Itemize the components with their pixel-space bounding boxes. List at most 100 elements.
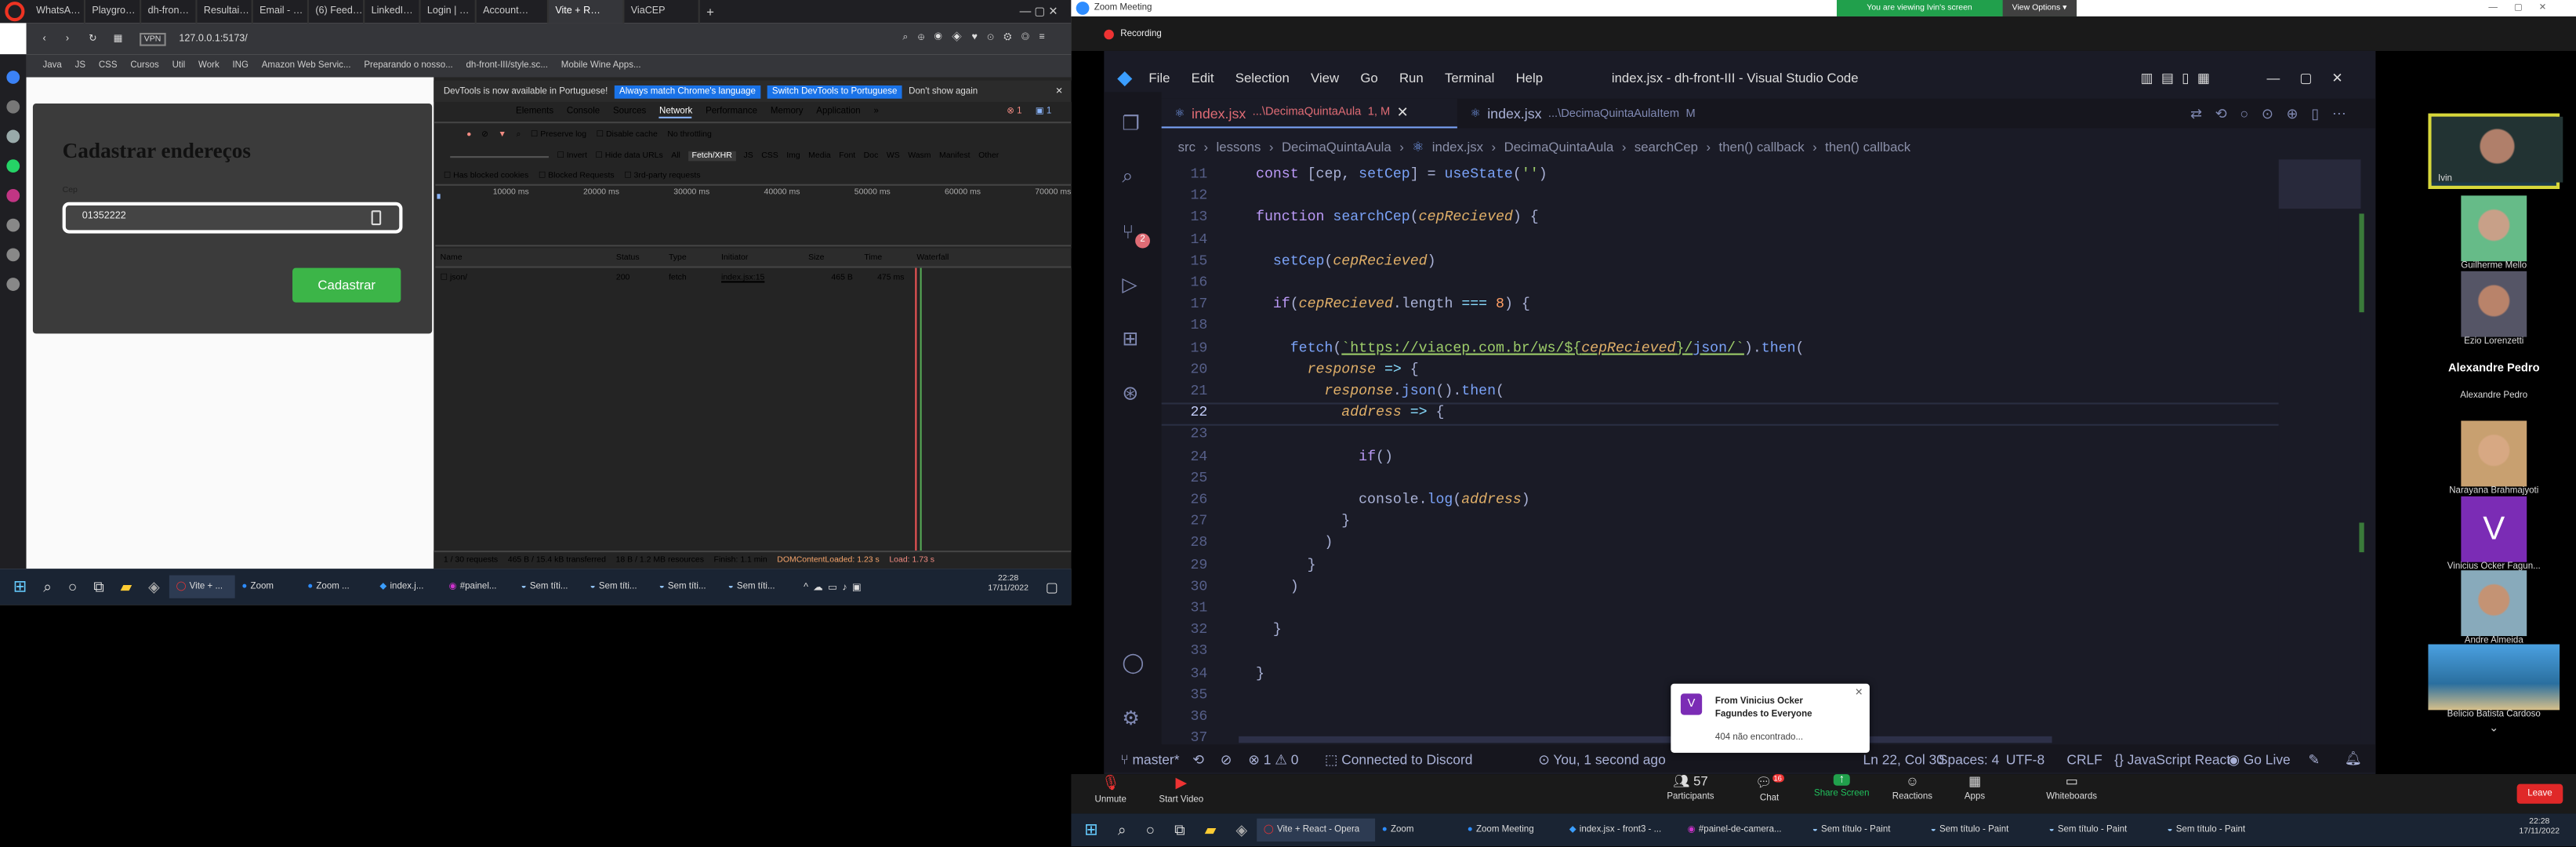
reactions-button[interactable]: ☺ Reactions (1889, 774, 1936, 802)
code-line[interactable]: 18 (1162, 318, 2279, 339)
taskbar-item[interactable]: ◉ #painel... (442, 575, 514, 598)
window-controls[interactable]: —▢✕ (2488, 3, 2563, 13)
tab-network[interactable]: Network (659, 106, 693, 118)
search-icon[interactable]: ⌕ (516, 130, 521, 140)
cursor-position[interactable]: Ln 22, Col 30 (1863, 751, 1944, 767)
git-graph-icon[interactable]: ⊛ (1122, 381, 1138, 404)
taskbar-item[interactable]: ◒ Sem títi... (721, 575, 790, 598)
cadastrar-button[interactable]: Cadastrar (292, 267, 401, 303)
task-view-icon[interactable]: ⧉ (1174, 821, 1185, 839)
participant-tile[interactable]: Narayana Brahmajyoti (2428, 420, 2560, 496)
tray-icons[interactable]: ^☁▭♪▣ (804, 581, 866, 593)
view-options-button[interactable]: View Options ▾ (2002, 0, 2077, 16)
extensions-icon[interactable]: ⊞ (1122, 327, 1138, 350)
menu-terminal[interactable]: Terminal (1445, 70, 1494, 85)
instagram-icon[interactable] (6, 189, 20, 202)
gallery-scroll-down-icon[interactable]: ⌄ (2428, 722, 2560, 735)
filter-css[interactable]: CSS (761, 151, 778, 162)
tab-sources[interactable]: Sources (613, 107, 646, 117)
vpn-badge[interactable]: VPN (139, 31, 166, 45)
task-view-icon[interactable]: ⧉ (93, 578, 103, 596)
breadcrumb-item[interactable]: index.jsx (1432, 139, 1483, 154)
bookmark[interactable]: Cursos (130, 61, 159, 71)
table-row[interactable]: ☐ json/ 200 fetch index.jsx:15 465 B 475… (435, 268, 1071, 286)
manage-gear-icon[interactable]: ⚙ (1122, 707, 1140, 729)
taskbar-item[interactable]: ◒ Sem títi... (652, 575, 721, 598)
window-controls[interactable]: — ▢ ✕ (1020, 5, 1058, 18)
filter-media[interactable]: Media (808, 151, 831, 162)
new-tab-button[interactable]: + (706, 4, 714, 19)
code-line[interactable]: 29 } (1162, 557, 2279, 578)
problems-item[interactable]: ⊗ 1 ⚠ 0 (1248, 751, 1298, 767)
filter-icon[interactable]: ▼ (498, 130, 506, 140)
sidebar-speed-dial-icon[interactable] (6, 100, 20, 114)
taskbar-item[interactable]: ◒ Sem título - Paint (2161, 819, 2279, 842)
taskbar-item[interactable]: ◆ index.jsx - front3 - ... (1562, 819, 1681, 842)
code-line[interactable]: 11 const [cep, setCep] = useState('') (1162, 166, 2279, 187)
browser-tab[interactable]: LinkedI… (365, 0, 421, 24)
bookmark[interactable]: JS (75, 61, 85, 71)
menu-run[interactable]: Run (1399, 70, 1424, 85)
tab-elements[interactable]: Elements (516, 107, 553, 117)
filter-fetch-xhr[interactable]: Fetch/XHR (688, 151, 735, 162)
taskbar-item[interactable]: ◉ #painel-de-camera... (1681, 819, 1805, 842)
breadcrumb-item[interactable]: then() callback (1719, 139, 1805, 154)
branch-item[interactable]: ⑂ master* (1120, 751, 1179, 767)
sidebar-messenger-icon[interactable] (6, 129, 20, 144)
third-party-checkbox[interactable]: ☐ 3rd-party requests (624, 170, 700, 180)
bookmark[interactable]: Amazon Web Servic... (262, 61, 351, 71)
blocked-cookies-checkbox[interactable]: ☐ Has blocked cookies (444, 170, 528, 180)
opera-logo-icon[interactable] (5, 2, 25, 22)
participant-tile[interactable]: Andre Almeida (2428, 570, 2560, 646)
cep-input[interactable]: 01352222 (62, 202, 403, 234)
invert-checkbox[interactable]: ☐ Invert (557, 151, 587, 162)
code-line[interactable]: 13 function searchCep(cepRecieved) { (1162, 209, 2279, 231)
filter-wasm[interactable]: Wasm (908, 151, 931, 162)
close-icon[interactable]: ✕ (1397, 104, 1409, 122)
explorer-icon[interactable]: ❐ (1122, 112, 1140, 135)
indentation[interactable]: Spaces: 4 (1939, 751, 1999, 767)
minimap[interactable] (2278, 159, 2361, 740)
notifications-bell-icon[interactable]: 🔔︎ (2345, 750, 2362, 768)
participant-tile[interactable]: V Vinicius Ocker Fagun... (2428, 496, 2560, 572)
throttling-select[interactable]: No throttling (667, 130, 712, 140)
notification-icon[interactable]: ▢ (1046, 580, 1058, 594)
taskbar-item[interactable]: ◯ Vite + ... (169, 575, 236, 598)
code-line[interactable]: 21 response.json().then( (1162, 383, 2279, 404)
browser-tab[interactable]: Login | … (420, 0, 477, 24)
taskbar-item[interactable]: ◯ Vite + React - Opera (1257, 818, 1376, 842)
code-line[interactable]: 33 (1162, 643, 2279, 664)
toolbar-icons[interactable]: ⌕⊕◉◈♥⊙⚙◎≡ (902, 33, 1054, 45)
clear-icon[interactable]: ⊘ (481, 130, 488, 140)
editor-tab-active[interactable]: ⚛ index.jsx ...\DecimaQuintaAula 1, M ✕ (1161, 98, 1457, 129)
search-icon[interactable]: ⌕ (43, 578, 52, 596)
breadcrumb-item[interactable]: DecimaQuintaAula (1504, 139, 1614, 154)
sidebar-home-icon[interactable] (6, 71, 20, 84)
code-line[interactable]: 25 (1162, 470, 2279, 491)
filter-img[interactable]: Img (786, 151, 800, 162)
menu-go[interactable]: Go (1360, 70, 1377, 85)
preserve-log-checkbox[interactable]: ☐ Preserve log (531, 130, 586, 140)
col-status[interactable]: Status (616, 253, 640, 264)
switch-portuguese-button[interactable]: Switch DevTools to Portuguese (767, 84, 902, 98)
heart-icon[interactable] (6, 218, 20, 232)
taskbar-item[interactable]: ● Zoom ... (301, 575, 373, 598)
dont-show-button[interactable]: Don't show again (909, 86, 978, 96)
participant-tile[interactable]: Guilherme Mello (2428, 195, 2560, 271)
filter-ws[interactable]: WS (887, 151, 900, 162)
settings-icon[interactable] (6, 278, 20, 291)
tab-memory[interactable]: Memory (771, 107, 804, 117)
participant-tile-active[interactable]: Ivin (2428, 113, 2563, 190)
code-line[interactable]: 31 (1162, 600, 2279, 621)
language-mode[interactable]: {} JavaScript React (2114, 751, 2230, 767)
breadcrumb-item[interactable]: lessons (1217, 139, 1261, 154)
taskbar-item[interactable]: ◒ Sem título - Paint (1806, 819, 1925, 842)
whiteboards-button[interactable]: ▭ Whiteboards (2041, 774, 2103, 802)
editor-tab[interactable]: ⚛ index.jsx ...\DecimaQuintaAulaItem M (1457, 99, 1736, 129)
breadcrumb-item[interactable]: then() callback (1825, 139, 1910, 154)
grid-icon[interactable]: ▦ (114, 33, 123, 45)
window-controls[interactable]: —▢✕ (2267, 70, 2363, 85)
browser-tab[interactable]: (6) Feed… (309, 0, 365, 24)
chat-notification[interactable]: V From Vinicius Ocker Fagundes to Everyo… (1671, 683, 1870, 753)
code-line[interactable]: 26 console.log(address) (1162, 492, 2279, 513)
